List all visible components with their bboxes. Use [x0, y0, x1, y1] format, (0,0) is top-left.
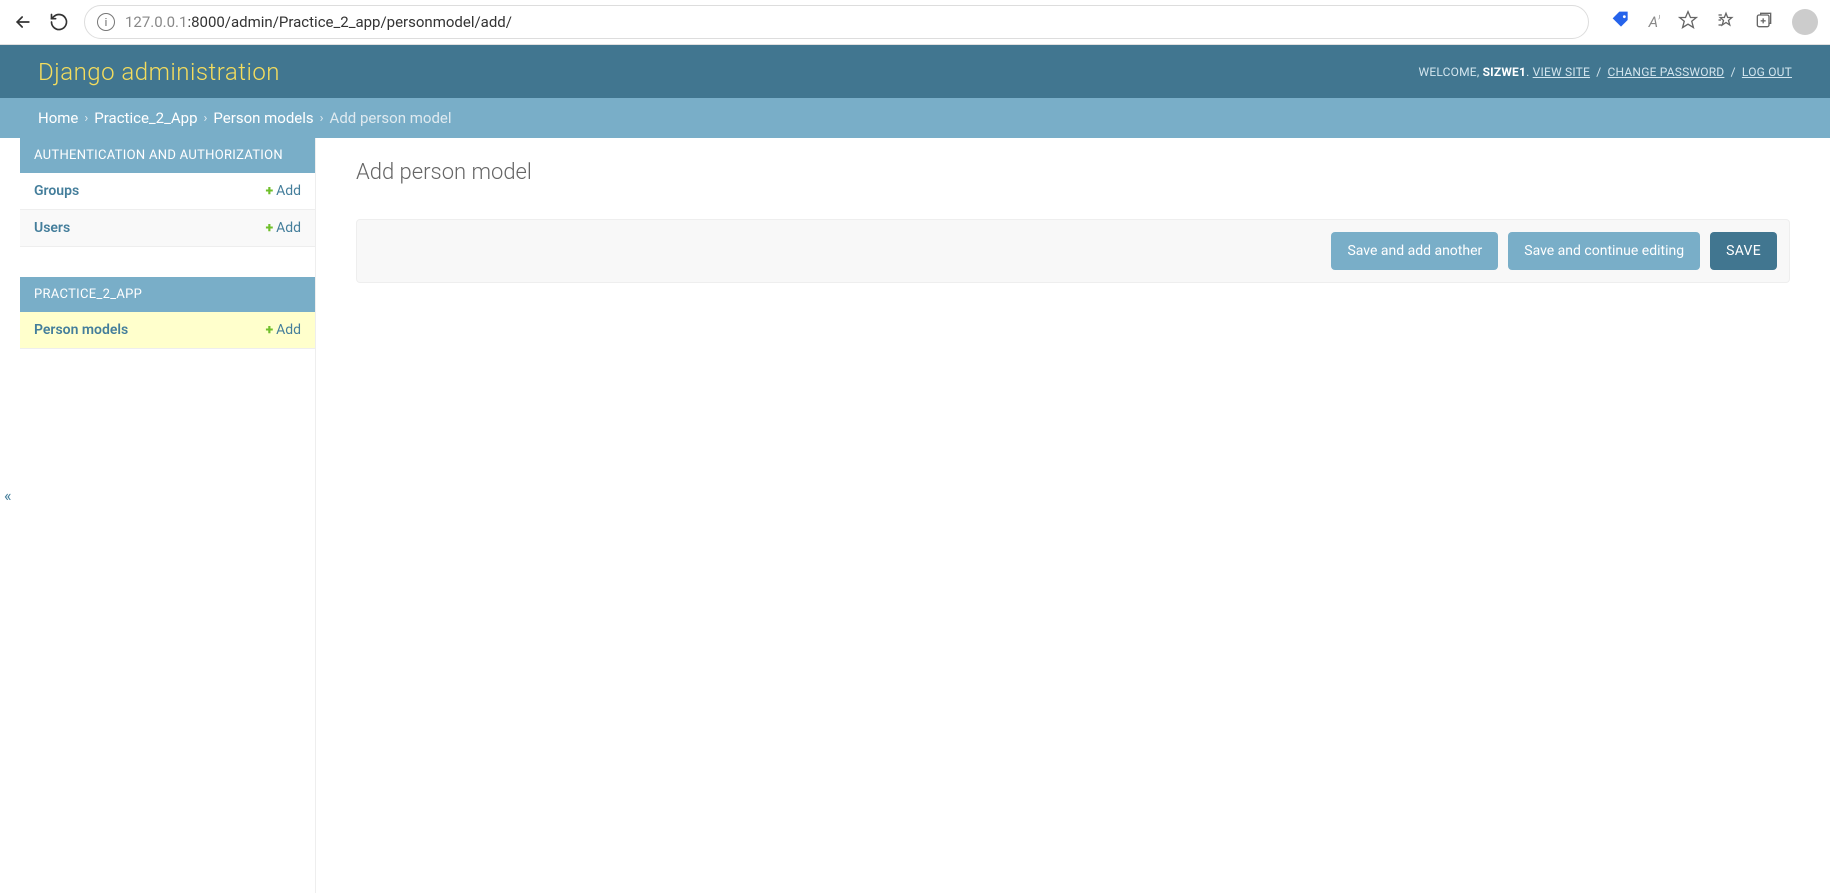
app-module-title: PRACTICE_2_APP [20, 277, 315, 312]
welcome-text: WELCOME, [1419, 65, 1483, 79]
save-button[interactable]: SAVE [1710, 232, 1777, 270]
app-module: PRACTICE_2_APP Person models +Add [20, 277, 315, 349]
person-models-link[interactable]: Person models [34, 322, 128, 338]
sidebar-row-person-models: Person models +Add [20, 312, 315, 349]
users-link[interactable]: Users [34, 220, 70, 236]
favorites-bar-icon[interactable] [1716, 10, 1736, 34]
sidebar: AUTHENTICATION AND AUTHORIZATION Groups … [20, 138, 316, 893]
user-links: WELCOME, SIZWE1. VIEW SITE / CHANGE PASS… [1419, 65, 1792, 79]
save-continue-button[interactable]: Save and continue editing [1508, 232, 1700, 270]
breadcrumb-home[interactable]: Home [38, 109, 78, 127]
breadcrumb-current: Add person model [330, 109, 452, 127]
profile-avatar-icon[interactable] [1792, 9, 1818, 35]
change-password-link[interactable]: CHANGE PASSWORD [1608, 65, 1725, 79]
groups-add-link[interactable]: +Add [266, 183, 301, 199]
read-aloud-icon[interactable]: A⁾ [1649, 13, 1660, 31]
sidebar-row-users: Users +Add [20, 210, 315, 247]
browser-right-icons: A⁾ [1611, 9, 1818, 35]
address-bar[interactable]: i 127.0.0.1:8000/admin/Practice_2_app/pe… [84, 5, 1589, 39]
main-content: Add person model Save and add another Sa… [316, 138, 1830, 893]
site-info-icon[interactable]: i [97, 13, 115, 31]
logout-link[interactable]: LOG OUT [1742, 65, 1792, 79]
breadcrumb: Home › Practice_2_App › Person models › … [0, 98, 1830, 138]
browser-back-button[interactable] [12, 11, 34, 33]
breadcrumb-model[interactable]: Person models [213, 109, 313, 127]
submit-row: Save and add another Save and continue e… [356, 219, 1790, 283]
shopping-tag-icon[interactable] [1611, 10, 1631, 34]
browser-refresh-button[interactable] [48, 11, 70, 33]
sidebar-collapse-button[interactable]: « [4, 486, 12, 505]
users-add-link[interactable]: +Add [266, 220, 301, 236]
save-add-another-button[interactable]: Save and add another [1331, 232, 1498, 270]
browser-chrome: i 127.0.0.1:8000/admin/Practice_2_app/pe… [0, 0, 1830, 45]
page-title: Add person model [356, 160, 1790, 185]
favorite-icon[interactable] [1678, 10, 1698, 34]
auth-module-title: AUTHENTICATION AND AUTHORIZATION [20, 138, 315, 173]
breadcrumb-app[interactable]: Practice_2_App [94, 109, 197, 127]
groups-link[interactable]: Groups [34, 183, 79, 199]
django-header: Django administration WELCOME, SIZWE1. V… [0, 45, 1830, 98]
plus-icon: + [266, 183, 273, 199]
collections-icon[interactable] [1754, 10, 1774, 34]
plus-icon: + [266, 220, 273, 236]
view-site-link[interactable]: VIEW SITE [1533, 65, 1590, 79]
site-title[interactable]: Django administration [38, 58, 280, 86]
auth-module: AUTHENTICATION AND AUTHORIZATION Groups … [20, 138, 315, 247]
plus-icon: + [266, 322, 273, 338]
url-text: 127.0.0.1:8000/admin/Practice_2_app/pers… [125, 13, 512, 31]
sidebar-row-groups: Groups +Add [20, 173, 315, 210]
current-username: SIZWE1 [1483, 65, 1527, 79]
person-models-add-link[interactable]: +Add [266, 322, 301, 338]
